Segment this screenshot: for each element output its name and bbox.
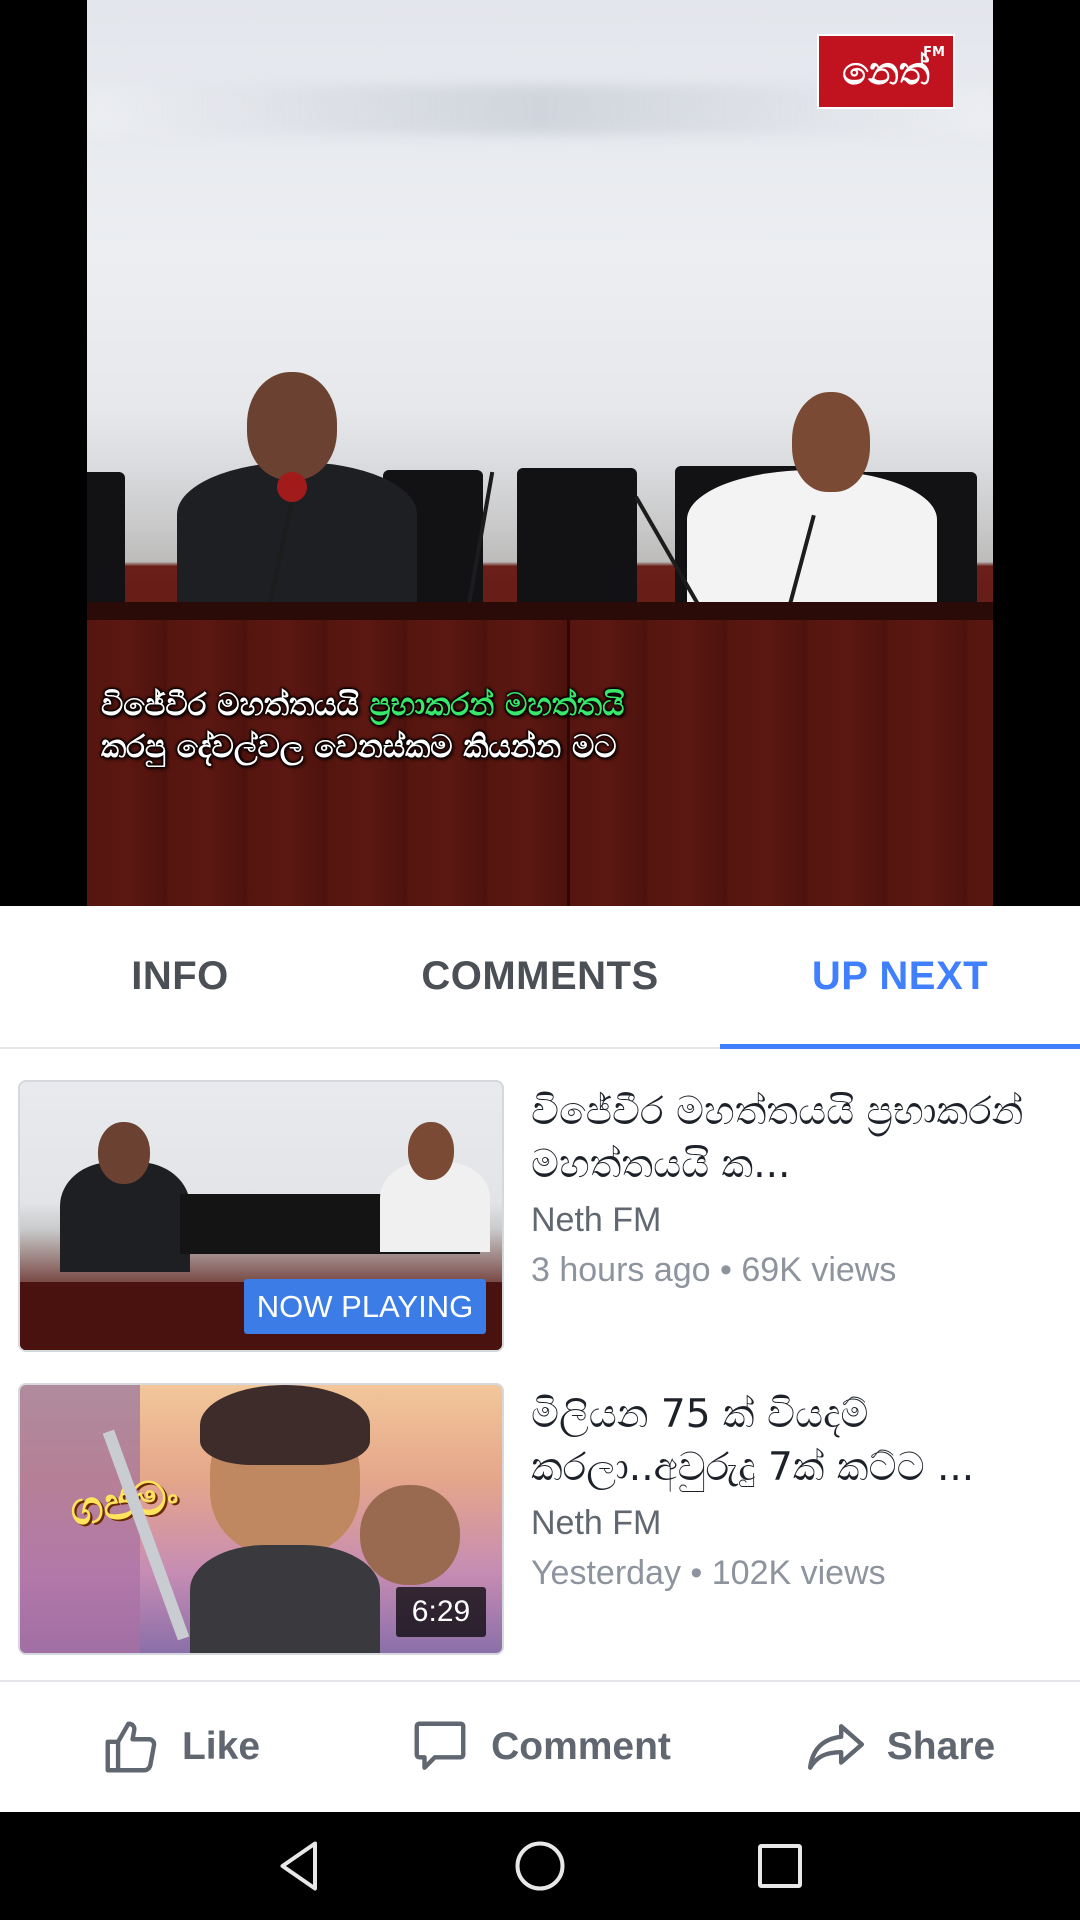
chair <box>517 468 637 610</box>
list-item[interactable]: NOW PLAYING විජේවීර මහත්තයයි ප්‍රභාකරන් … <box>0 1049 1080 1352</box>
subtitle-highlight: ප්‍රභාකරන් මහත්තයි <box>369 687 625 723</box>
share-button[interactable]: Share <box>720 1682 1080 1812</box>
comment-button[interactable]: Comment <box>360 1682 720 1812</box>
action-bar: Like Comment Share <box>0 1680 1080 1812</box>
tab-info[interactable]: INFO <box>0 906 360 1047</box>
now-playing-badge: NOW PLAYING <box>244 1279 486 1334</box>
video-title[interactable]: මිලියන 75 ක් වියදම් කරලා..අවුරුදු 7ක් කට… <box>531 1388 1051 1494</box>
video-stats: Yesterday • 102K views <box>531 1554 886 1592</box>
system-nav-bar <box>0 1812 1080 1920</box>
tab-up-next[interactable]: UP NEXT <box>720 906 1080 1049</box>
back-icon[interactable] <box>270 1836 330 1896</box>
video-stats: 3 hours ago • 69K views <box>531 1251 897 1289</box>
channel-logo: නෙත් FM <box>817 34 955 109</box>
video-channel[interactable]: Neth FM <box>531 1197 1051 1243</box>
video-subtitle-line2: කරපු දේවල්වල වෙනස්කම කියන්න මට <box>101 729 617 765</box>
comment-label: Comment <box>491 1725 671 1768</box>
list-item[interactable]: ගජමං 6:29 මිලියන 75 ක් වියදම් කරලා..අවුර… <box>0 1352 1080 1655</box>
duration-badge: 6:29 <box>396 1587 486 1637</box>
like-label: Like <box>181 1725 261 1768</box>
share-label: Share <box>886 1725 996 1768</box>
comment-icon <box>414 1721 466 1770</box>
share-icon <box>807 1724 864 1770</box>
video-player[interactable]: විජේවීර මහත්තයයි ප්‍රභාකරන් මහත්තයි කරපු… <box>0 0 1080 906</box>
app: විජේවීර මහත්තයයි ප්‍රභාකරන් මහත්තයි කරපු… <box>0 0 1080 1920</box>
tab-bar: INFO COMMENTS UP NEXT <box>0 906 1080 1049</box>
video-subtitle-line1: විජේවීර මහත්තයයි ප්‍රභාකරන් මහත්තයි <box>101 687 625 723</box>
like-icon <box>105 1721 157 1773</box>
video-channel[interactable]: Neth FM <box>531 1500 1051 1546</box>
video-meta: මිලියන 75 ක් වියදම් කරලා..අවුරුදු 7ක් කට… <box>531 1388 1051 1596</box>
table-top <box>87 602 993 620</box>
video-meta: විජේවීර මහත්තයයි ප්‍රභාකරන් මහත්තයයි ක..… <box>531 1085 1051 1293</box>
recents-icon[interactable] <box>750 1836 810 1896</box>
home-icon[interactable] <box>510 1836 570 1896</box>
video-frame[interactable]: විජේවීර මහත්තයයි ප්‍රභාකරන් මහත්තයි කරපු… <box>87 0 993 906</box>
video-thumbnail[interactable]: NOW PLAYING <box>18 1080 504 1352</box>
video-title[interactable]: විජේවීර මහත්තයයි ප්‍රභාකරන් මහත්තයයි ක..… <box>531 1085 1051 1191</box>
video-thumbnail[interactable]: ගජමං 6:29 <box>18 1383 504 1655</box>
tab-comments[interactable]: COMMENTS <box>360 906 720 1047</box>
like-button[interactable]: Like <box>0 1682 360 1812</box>
chair <box>87 472 125 612</box>
